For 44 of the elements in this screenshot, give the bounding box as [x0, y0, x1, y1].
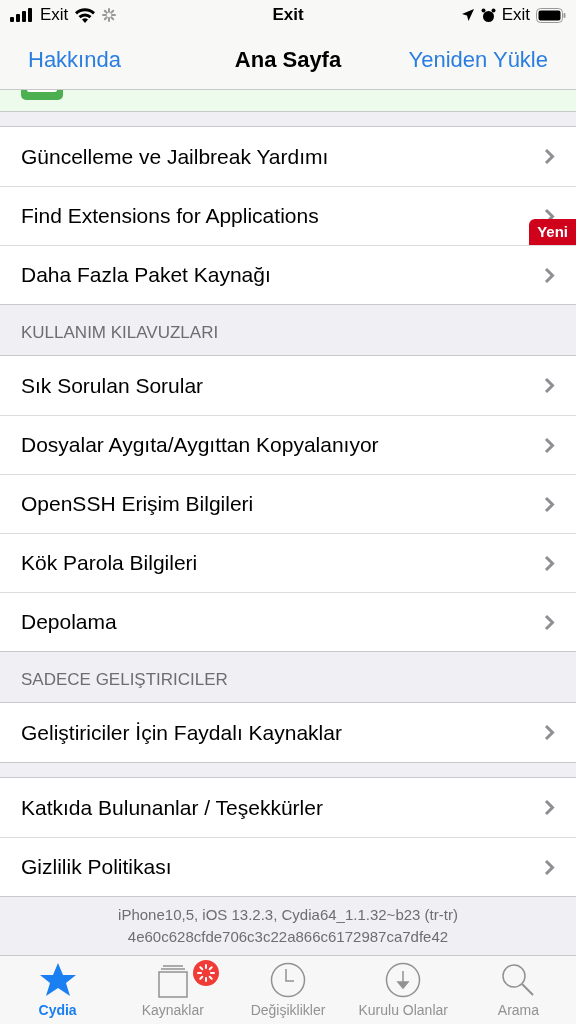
- list-row[interactable]: Sık Sorulan Sorular: [0, 356, 576, 415]
- activity-spinner-icon: [102, 8, 117, 22]
- list-row[interactable]: Daha Fazla Paket Kaynağı: [0, 245, 576, 304]
- clock-icon: [270, 962, 306, 998]
- chevron-icon: [544, 554, 555, 572]
- chevron-icon: [544, 613, 555, 631]
- battery-icon: [536, 7, 566, 23]
- nav-title: Ana Sayfa: [234, 46, 342, 74]
- new-badge: Yeni: [529, 219, 576, 245]
- list-row[interactable]: Find Extensions for Applications Yeni: [0, 186, 576, 245]
- carrier-label: Exit: [40, 4, 69, 27]
- carrier-label: Exit: [501, 4, 530, 27]
- chevron-icon: [544, 377, 555, 394]
- chevron-icon: [544, 266, 555, 284]
- wifi-icon: [74, 7, 97, 23]
- alarm-clock-icon: [480, 7, 496, 23]
- location-arrow-icon: [460, 8, 475, 22]
- list-row[interactable]: Kök Parola Bilgileri: [0, 533, 576, 592]
- chevron-icon: [544, 724, 555, 741]
- footer-text: 4e60c628cfde706c3c22a866c6172987ca7dfe42: [127, 927, 449, 947]
- list-row[interactable]: Dosyalar Aygıta/Aygıttan Kopyalanıyor: [0, 415, 576, 474]
- chevron-icon: [544, 436, 555, 454]
- list-row[interactable]: Gizlilik Politikası: [0, 837, 576, 896]
- signal-icon: [10, 8, 34, 22]
- section-header: KULLANIM KILAVUZLARI: [21, 321, 219, 344]
- section-header: SADECE GELIŞTIRICILER: [21, 668, 228, 691]
- list-row[interactable]: Depolama: [0, 592, 576, 651]
- stacked-pages-icon: [156, 964, 189, 998]
- chevron-icon: [544, 495, 555, 513]
- chevron-icon: [544, 858, 555, 876]
- list-row[interactable]: Güncelleme ve Jailbreak Yardımı: [0, 127, 576, 186]
- list-row[interactable]: OpenSSH Erişim Bilgileri: [0, 474, 576, 533]
- download-icon: [385, 962, 422, 998]
- about-button[interactable]: Hakkında: [28, 43, 121, 76]
- partial-row[interactable]: [0, 90, 576, 112]
- footer-text: iPhone10,5, iOS 13.2.3, Cydia64_1.1.32~b23 (tr-tr): [118, 905, 458, 925]
- tab-button[interactable]: Cydia: [0, 956, 116, 1024]
- chevron-icon: [544, 148, 555, 165]
- reload-button[interactable]: Yeniden Yükle: [408, 43, 548, 76]
- star-icon: [38, 962, 77, 998]
- list-row[interactable]: Geliştiriciler İçin Faydalı Kaynaklar: [0, 703, 576, 762]
- list-row[interactable]: Katkıda Bulunanlar / Teşekkürler: [0, 778, 576, 837]
- chevron-icon: [544, 799, 555, 816]
- status-title: Exit: [272, 4, 304, 27]
